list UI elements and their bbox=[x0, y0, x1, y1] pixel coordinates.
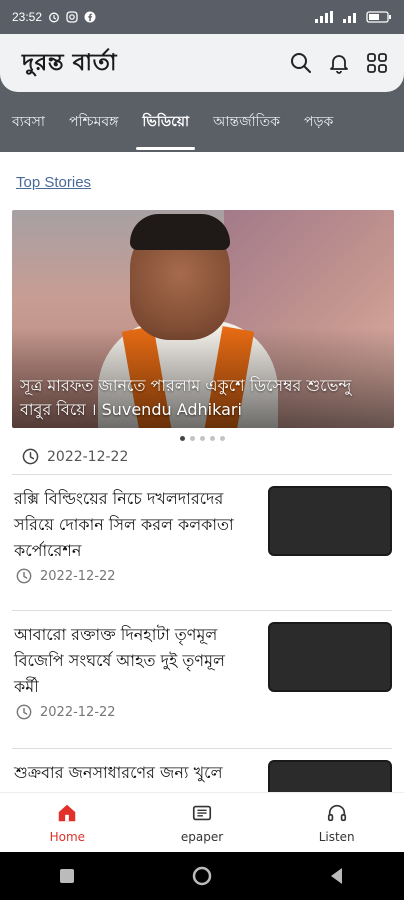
hero-card[interactable]: সূত্র মারফত জানতে পারলাম একুশে ডিসেম্বর … bbox=[12, 210, 394, 428]
clock-icon bbox=[16, 704, 32, 720]
alarm-icon bbox=[49, 12, 59, 23]
home-circle-icon[interactable] bbox=[191, 865, 213, 887]
bell-icon bbox=[330, 55, 348, 74]
instagram-icon bbox=[66, 11, 78, 23]
news-item[interactable]: আবারো রক্তাক্ত দিনহাটা তৃণমূল বিজেপি সংঘ… bbox=[12, 612, 392, 732]
divider bbox=[12, 610, 392, 611]
news-item[interactable]: রক্সি বিল্ডিংয়ের নিচে দখলদারদের সরিয়ে … bbox=[12, 476, 392, 596]
tab-international[interactable]: আন্তর্জাতিক bbox=[201, 92, 292, 152]
tab-more[interactable]: পড়ক bbox=[292, 92, 345, 152]
bottom-navigation: Home epaper Listen bbox=[0, 792, 404, 852]
signal-icon-2 bbox=[343, 13, 356, 23]
divider bbox=[12, 474, 392, 475]
search-button[interactable] bbox=[288, 50, 314, 76]
notifications-button[interactable] bbox=[326, 50, 352, 76]
home-icon bbox=[59, 804, 76, 821]
carousel-dot[interactable] bbox=[189, 436, 195, 441]
nav-listen[interactable]: Listen bbox=[269, 793, 404, 852]
news-thumbnail bbox=[268, 760, 392, 792]
headphones-icon bbox=[327, 804, 346, 821]
status-time: 23:52 bbox=[12, 10, 43, 24]
news-title: রক্সি বিল্ডিংয়ের নিচে দখলদারদের সরিয়ে … bbox=[14, 489, 234, 560]
category-tabs: ব্যবসা পশ্চিমবঙ্গ ভিডিয়ো আন্তর্জাতিক পড… bbox=[0, 92, 404, 152]
carousel-dot[interactable] bbox=[219, 436, 225, 441]
news-date: 2022-12-22 bbox=[16, 704, 116, 720]
section-title[interactable]: Top Stories bbox=[16, 174, 91, 191]
news-thumbnail bbox=[268, 622, 392, 692]
news-date-text: 2022-12-22 bbox=[40, 568, 116, 584]
app-title: দুরন্ত বার্তা bbox=[22, 48, 117, 76]
hero-image-hair bbox=[130, 214, 230, 250]
nav-home[interactable]: Home bbox=[0, 793, 135, 852]
tab-video[interactable]: ভিডিয়ো bbox=[130, 92, 201, 152]
tab-business[interactable]: ব্যবসা bbox=[0, 92, 57, 152]
back-icon[interactable] bbox=[326, 865, 348, 887]
news-date-text: 2022-12-22 bbox=[40, 704, 116, 720]
app-bar: দুরন্ত বার্তা bbox=[0, 34, 404, 92]
news-title: আবারো রক্তাক্ত দিনহাটা তৃণমূল বিজেপি সংঘ… bbox=[14, 625, 225, 696]
nav-epaper[interactable]: epaper bbox=[135, 793, 270, 852]
battery-icon bbox=[366, 11, 391, 23]
carousel-indicator bbox=[0, 436, 404, 441]
news-title: শুক্রবার জনসাধারণের জন্য খুলে bbox=[14, 763, 223, 782]
nav-listen-label: Listen bbox=[318, 829, 355, 844]
clock-icon bbox=[16, 568, 32, 584]
news-date: 2022-12-22 bbox=[16, 568, 116, 584]
apps-grid-button[interactable] bbox=[364, 50, 390, 76]
hero-date-text: 2022-12-22 bbox=[47, 448, 129, 465]
nav-home-label: Home bbox=[49, 829, 86, 844]
grid-icon bbox=[367, 53, 387, 73]
main-content: Top Stories সূত্র মারফত জানতে পারলাম একু… bbox=[0, 152, 404, 792]
epaper-icon bbox=[192, 805, 212, 820]
facebook-icon bbox=[84, 11, 96, 23]
news-item[interactable]: শুক্রবার জনসাধারণের জন্য খুলে bbox=[12, 750, 392, 792]
status-bar: 23:52 bbox=[0, 0, 404, 34]
clock-icon bbox=[22, 448, 39, 465]
signal-icon bbox=[315, 11, 333, 23]
nav-epaper-label: epaper bbox=[180, 829, 224, 844]
hero-date: 2022-12-22 bbox=[22, 448, 128, 465]
news-thumbnail bbox=[268, 486, 392, 556]
recents-icon[interactable] bbox=[56, 865, 78, 887]
carousel-dot[interactable] bbox=[179, 436, 185, 441]
carousel-dot[interactable] bbox=[199, 436, 205, 441]
hero-caption: সূত্র মারফত জানতে পারলাম একুশে ডিসেম্বর … bbox=[20, 376, 352, 419]
search-icon bbox=[291, 53, 311, 73]
divider bbox=[12, 748, 392, 749]
system-navigation-bar bbox=[0, 852, 404, 900]
carousel-dot[interactable] bbox=[209, 436, 215, 441]
tab-west-bengal[interactable]: পশ্চিমবঙ্গ bbox=[57, 92, 130, 152]
